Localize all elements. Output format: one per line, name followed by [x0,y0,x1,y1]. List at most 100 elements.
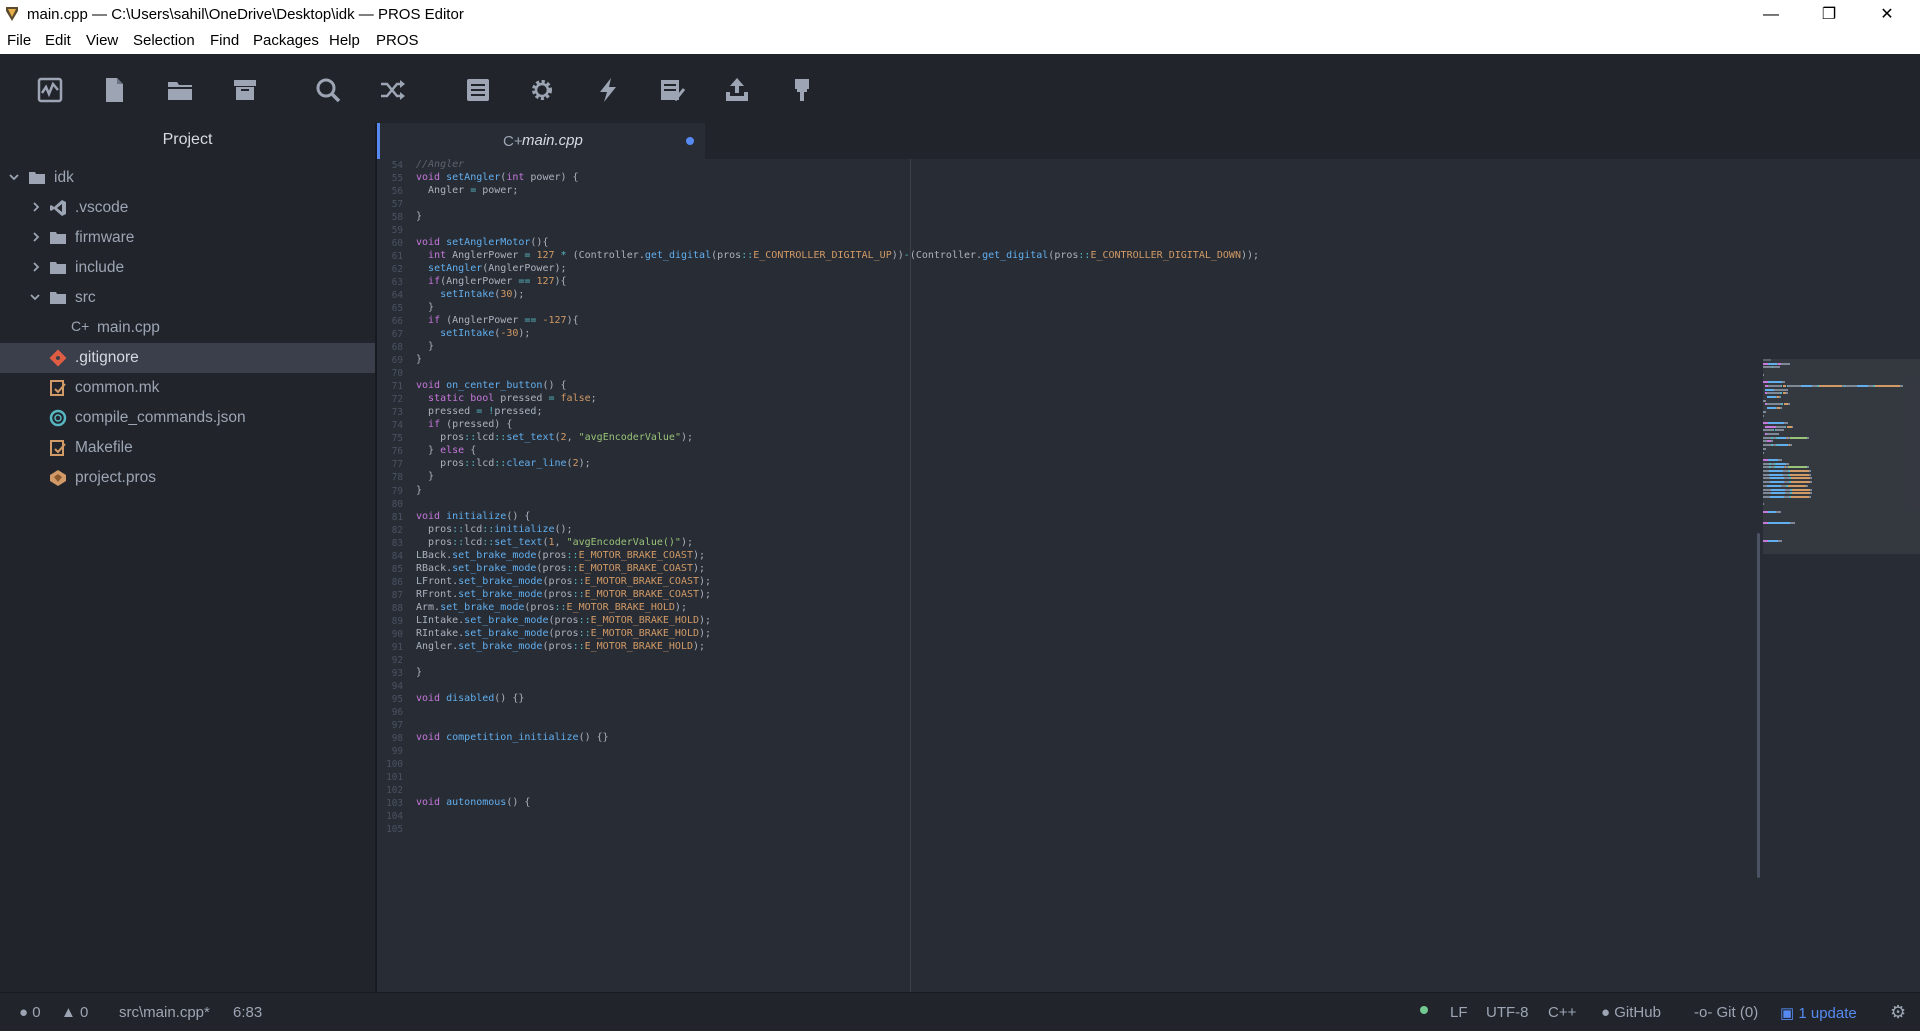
tab-main-cpp[interactable]: C+ main.cpp [377,123,705,159]
toolbar [0,54,1920,124]
code-editor[interactable]: 54 55 56 57 58 59 60 61 62 63 64 65 66 67 68 69 70 71 72 73… [377,159,1920,992]
code-line[interactable]: } [416,485,422,496]
tree-item-gitignore[interactable]: .gitignore [0,343,375,373]
code-line[interactable]: } else { [416,445,476,456]
cursor-position[interactable]: 6:83 [233,1004,262,1021]
code-line[interactable]: pros::lcd::set_text(2, "avgEncoderValue"… [416,432,693,443]
tree-item-firmware[interactable]: firmware [0,223,375,253]
minimize-button[interactable]: — [1742,0,1800,29]
updates-button[interactable]: ▣ 1 update [1780,1004,1857,1022]
tree-item-project-pros[interactable]: project.pros [0,463,375,493]
code-line[interactable]: RIntake.set_brake_mode(pros::E_MOTOR_BRA… [416,628,711,639]
list-icon[interactable] [458,70,498,110]
code-line[interactable]: pros::lcd::initialize(); [416,524,573,535]
errors-status[interactable]: ● 0 [19,1004,41,1021]
code-token: set_text [494,536,543,548]
code-line[interactable]: LBack.set_brake_mode(pros::E_MOTOR_BRAKE… [416,550,705,561]
code-line[interactable]: pressed = !pressed; [416,406,542,417]
code-line[interactable]: void on_center_button() { [416,380,567,391]
vertical-scrollbar[interactable] [1757,533,1760,878]
code-line[interactable]: //Angler [416,159,464,170]
code-line[interactable]: } [416,471,434,482]
code-line[interactable]: } [416,341,434,352]
menu-file[interactable]: File [7,32,31,49]
minimap[interactable] [1763,159,1920,992]
status-bar: ● 0 ▲ 0 src\main.cpp* 6:83 LF UTF-8 C++ … [0,992,1920,1031]
code-line[interactable]: } [416,302,434,313]
github-button[interactable]: ● GitHub [1601,1004,1661,1021]
line-ending[interactable]: LF [1450,1004,1468,1021]
menu-edit[interactable]: Edit [45,32,71,49]
code-line[interactable]: void setAngler(int power) { [416,172,579,183]
maximize-button[interactable]: ❐ [1800,0,1858,29]
code-line[interactable]: int AnglerPower = 127 * (Controller.get_… [416,250,1259,261]
code-token: } [416,341,435,353]
brush-icon[interactable] [782,70,822,110]
code-line[interactable]: pros::lcd::clear_line(2); [416,458,591,469]
code-line[interactable]: Angler = power; [416,185,518,196]
shuffle-icon[interactable] [373,70,413,110]
code-line[interactable]: RBack.set_brake_mode(pros::E_MOTOR_BRAKE… [416,563,705,574]
code-line[interactable]: } [416,354,422,365]
code-line[interactable]: } [416,667,422,678]
code-line[interactable]: } [416,211,422,222]
code-line[interactable]: if (AnglerPower == -127){ [416,315,579,326]
code-line[interactable]: void autonomous() { [416,797,530,808]
code-line[interactable]: RFront.set_brake_mode(pros::E_MOTOR_BRAK… [416,589,711,600]
line-number: 57 [391,199,403,211]
code-line[interactable]: void disabled() {} [416,693,524,704]
archive-icon[interactable] [225,70,265,110]
tree-item-common-mk[interactable]: common.mk [0,373,375,403]
code-token: :: [464,432,477,444]
settings-gear-icon[interactable]: ⚙ [1890,1002,1906,1023]
code-token: set_text [506,432,555,444]
code-line[interactable]: setAngler(AnglerPower); [416,263,566,274]
code-line[interactable]: Arm.set_brake_mode(pros::E_MOTOR_BRAKE_H… [416,602,687,613]
new-file-icon[interactable] [94,70,134,110]
code-line[interactable]: pros::lcd::set_text(1, "avgEncoderValue(… [416,537,693,548]
tree-item-idk[interactable]: idk [0,163,375,193]
menu-selection[interactable]: Selection [133,32,195,49]
menu-view[interactable]: View [86,32,118,49]
lightning-icon[interactable] [588,70,628,110]
code-line[interactable]: void setAnglerMotor(){ [416,237,548,248]
tree-item-vscode[interactable]: .vscode [0,193,375,223]
tree-item-src[interactable]: src [0,283,375,313]
folder-icon [50,262,66,274]
close-button[interactable]: ✕ [1858,0,1916,29]
wrap-guide [910,159,911,992]
menu-pros[interactable]: PROS [376,32,419,49]
pulse-icon[interactable] [30,70,70,110]
tree-item-compile-commands[interactable]: compile_commands.json [0,403,375,433]
file-encoding[interactable]: UTF-8 [1486,1004,1529,1021]
code-token: E_MOTOR_BRAKE_COAST [584,575,699,587]
code-line[interactable]: void initialize() { [416,511,530,522]
warnings-status[interactable]: ▲ 0 [61,1004,88,1021]
code-line[interactable]: LFront.set_brake_mode(pros::E_MOTOR_BRAK… [416,576,711,587]
code-line[interactable]: LIntake.set_brake_mode(pros::E_MOTOR_BRA… [416,615,711,626]
git-button[interactable]: -o- Git (0) [1694,1004,1758,1021]
upload-icon[interactable] [717,70,757,110]
code-line[interactable]: static bool pressed = false; [416,393,597,404]
code-line[interactable]: setIntake(-30); [416,328,530,339]
tree-item-include[interactable]: include [0,253,375,283]
code-line[interactable]: if(AnglerPower == 127){ [416,276,567,287]
code-line[interactable]: setIntake(30); [416,289,524,300]
tree-item-main-cpp[interactable]: C+ main.cpp [0,313,375,343]
file-path[interactable]: src\main.cpp* [119,1004,210,1021]
grammar-selector[interactable]: C++ [1548,1004,1576,1021]
modified-indicator[interactable] [686,137,694,145]
code-token: initialize [494,523,555,535]
menu-help[interactable]: Help [329,32,360,49]
code-line[interactable]: if (pressed) { [416,419,512,430]
code-line[interactable]: Angler.set_brake_mode(pros::E_MOTOR_BRAK… [416,641,705,652]
code-line[interactable]: void competition_initialize() {} [416,732,609,743]
folder-icon[interactable] [160,70,200,110]
tree-item-makefile[interactable]: Makefile [0,433,375,463]
code-token: E_MOTOR_BRAKE_HOLD [566,601,675,613]
menu-find[interactable]: Find [210,32,239,49]
search-icon[interactable] [308,70,348,110]
menu-packages[interactable]: Packages [253,32,319,49]
gear-icon[interactable] [522,70,562,110]
checklist-icon[interactable] [652,70,692,110]
